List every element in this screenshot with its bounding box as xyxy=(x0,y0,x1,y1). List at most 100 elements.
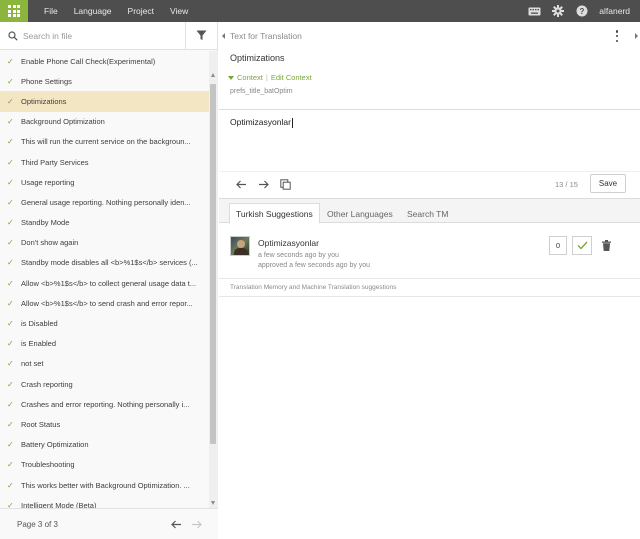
list-item[interactable]: ✓ This will run the current service on th… xyxy=(0,132,209,152)
filter-button[interactable] xyxy=(185,21,217,50)
list-item-label: not set xyxy=(21,359,44,369)
list-item[interactable]: ✓ Enable Phone Call Check(Experimental) xyxy=(0,51,209,71)
gear-icon[interactable] xyxy=(551,4,565,18)
list-item-label: Enable Phone Call Check(Experimental) xyxy=(21,56,156,66)
next-string-button[interactable] xyxy=(252,175,274,195)
list-item[interactable]: ✓ Crashes and error reporting. Nothing pe… xyxy=(0,394,209,414)
page-label: Page 3 of 3 xyxy=(17,519,58,529)
trash-icon xyxy=(601,240,611,251)
previous-page-button[interactable] xyxy=(166,516,186,532)
previous-string-button[interactable] xyxy=(230,175,252,195)
context-link[interactable]: Context xyxy=(237,73,263,82)
arrow-left-icon xyxy=(170,520,181,528)
list-item[interactable]: ✓ is Disabled xyxy=(0,313,209,333)
list-item[interactable]: ✓ is Enabled xyxy=(0,334,209,354)
search-input[interactable] xyxy=(23,25,185,46)
checkmark-icon: ✓ xyxy=(7,177,14,187)
checkmark-icon: ✓ xyxy=(7,319,14,329)
delete-button[interactable] xyxy=(597,236,615,255)
list-item[interactable]: ✓ This works better with Background Optim… xyxy=(0,475,209,495)
suggestion-text[interactable]: Optimizasyonlar xyxy=(258,238,319,248)
list-item[interactable]: ✓ Allow <b>%1$s</b> to send crash and err… xyxy=(0,293,209,313)
list-scrollbar[interactable] xyxy=(209,51,218,508)
context-toggle-icon xyxy=(228,75,234,80)
list-item-label: Standby mode disables all <b>%1$s</b> se… xyxy=(21,258,198,268)
list-item[interactable]: ✓ Standby mode disables all <b>%1$s</b> s… xyxy=(0,253,209,273)
list-item[interactable]: ✓ not set xyxy=(0,354,209,374)
list-item[interactable]: ✓ Troubleshooting xyxy=(0,455,209,475)
list-item-label: Phone Settings xyxy=(21,76,72,86)
save-button[interactable]: Save xyxy=(590,174,626,193)
search-icon xyxy=(3,30,23,41)
checkmark-icon: ✓ xyxy=(7,440,14,450)
main-menu: File Language Project View xyxy=(36,0,196,22)
collapse-right-button[interactable] xyxy=(632,28,640,44)
source-header: Text for Translation xyxy=(230,31,302,41)
copy-source-button[interactable] xyxy=(274,175,296,195)
context-row: Context | Edit Context xyxy=(228,73,312,82)
arrow-right-icon xyxy=(191,520,202,528)
checkmark-icon: ✓ xyxy=(7,137,14,147)
list-item[interactable]: ✓ Standby Mode xyxy=(0,213,209,233)
vote-count[interactable]: 0 xyxy=(549,236,567,255)
approve-button[interactable] xyxy=(572,236,592,255)
checkmark-icon xyxy=(577,241,587,250)
more-options-icon[interactable] xyxy=(613,30,621,42)
tab-other-languages[interactable]: Other Languages xyxy=(321,203,399,224)
arrow-right-icon xyxy=(258,180,269,189)
list-item-label: This works better with Background Optimi… xyxy=(21,480,190,490)
list-item[interactable]: ✓ Optimizations xyxy=(0,91,209,112)
list-item[interactable]: ✓ Third Party Services xyxy=(0,152,209,172)
help-icon[interactable]: ? xyxy=(575,4,589,18)
checkmark-icon: ✓ xyxy=(7,218,14,228)
edit-context-link[interactable]: Edit Context xyxy=(271,73,312,82)
list-item[interactable]: ✓ Root Status xyxy=(0,414,209,434)
menu-file[interactable]: File xyxy=(36,0,66,22)
list-item[interactable]: ✓ Usage reporting xyxy=(0,172,209,192)
translation-text[interactable]: Optimizasyonlar xyxy=(230,117,291,127)
checkmark-icon: ✓ xyxy=(7,278,14,288)
list-item-label: Allow <b>%1$s</b> to send crash and erro… xyxy=(21,298,193,308)
translation-editor[interactable]: Optimizasyonlar xyxy=(230,117,293,128)
list-item[interactable]: ✓ Phone Settings xyxy=(0,71,209,91)
apps-grid-icon xyxy=(8,5,20,17)
list-item[interactable]: ✓ Crash reporting xyxy=(0,374,209,394)
translation-panel: Text for Translation Optimizations Conte… xyxy=(219,22,640,539)
list-item[interactable]: ✓ Background Optimization xyxy=(0,112,209,132)
collapse-left-button[interactable] xyxy=(219,28,227,44)
checkmark-icon: ✓ xyxy=(7,419,14,429)
string-list: ✓ Enable Phone Call Check(Experimental) ✓ P… xyxy=(0,51,209,508)
menu-project[interactable]: Project xyxy=(120,0,162,22)
list-item-label: Allow <b>%1$s</b> to collect general usa… xyxy=(21,278,197,288)
checkmark-icon: ✓ xyxy=(7,298,14,308)
tab-turkish-suggestions[interactable]: Turkish Suggestions xyxy=(229,203,320,224)
list-item[interactable]: ✓ General usage reporting. Nothing person… xyxy=(0,192,209,212)
keyboard-icon[interactable] xyxy=(527,4,541,18)
string-key: prefs_title_batOptim xyxy=(230,88,293,95)
list-item[interactable]: ✓ Don't show again xyxy=(0,233,209,253)
scroll-thumb[interactable] xyxy=(210,84,216,444)
list-item-label: Third Party Services xyxy=(21,157,89,167)
list-item[interactable]: ✓ Battery Optimization xyxy=(0,435,209,455)
scroll-up-icon[interactable] xyxy=(211,73,215,77)
string-list-panel: ✓ Enable Phone Call Check(Experimental) ✓ P… xyxy=(0,21,218,539)
list-item[interactable]: ✓ Intelligent Mode (Beta) xyxy=(0,495,209,508)
pager-arrows xyxy=(166,516,206,532)
scroll-down-icon[interactable] xyxy=(211,501,215,505)
username[interactable]: alfanerd xyxy=(599,6,630,16)
menu-language[interactable]: Language xyxy=(66,0,120,22)
list-item-label: Battery Optimization xyxy=(21,440,89,450)
checkmark-icon: ✓ xyxy=(7,500,14,508)
checkmark-icon: ✓ xyxy=(7,399,14,409)
checkmark-icon: ✓ xyxy=(7,76,14,86)
tab-search-tm[interactable]: Search TM xyxy=(401,203,454,224)
checkmark-icon: ✓ xyxy=(7,238,14,248)
next-page-button[interactable] xyxy=(186,516,206,532)
menu-view[interactable]: View xyxy=(162,0,196,22)
avatar xyxy=(230,236,250,256)
list-item-label: Intelligent Mode (Beta) xyxy=(21,500,97,508)
list-item-label: Crashes and error reporting. Nothing per… xyxy=(21,399,190,409)
apps-grid-button[interactable] xyxy=(0,0,28,22)
checkmark-icon: ✓ xyxy=(7,96,14,106)
list-item[interactable]: ✓ Allow <b>%1$s</b> to collect general us… xyxy=(0,273,209,293)
